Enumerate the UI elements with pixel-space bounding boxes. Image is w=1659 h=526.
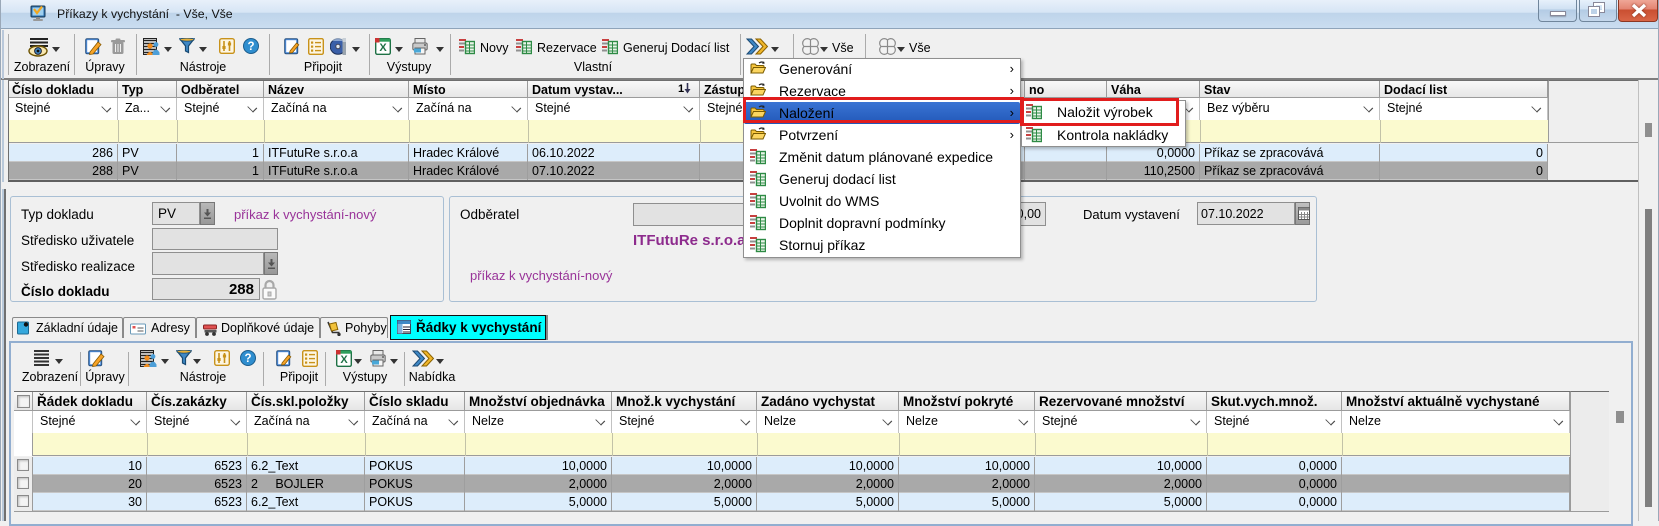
- svg-text:?: ?: [247, 41, 254, 53]
- svg-text:?: ?: [244, 353, 251, 365]
- svg-text:X: X: [379, 42, 387, 54]
- svg-text:X: X: [340, 354, 348, 366]
